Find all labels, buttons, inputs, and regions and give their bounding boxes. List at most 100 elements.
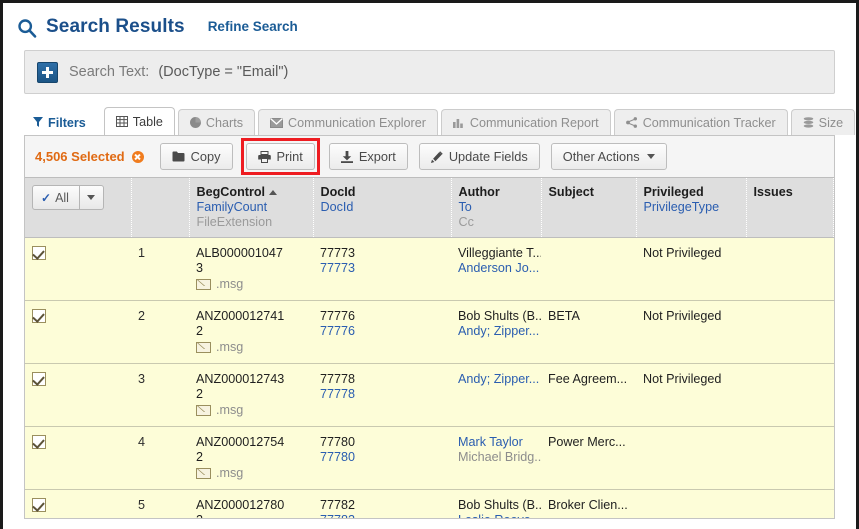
table-row[interactable]: 2 ANZ000012741 2 .msg 77776 77776 Bob Shults (… [25, 300, 834, 364]
header-author[interactable]: Author To Cc [451, 177, 542, 238]
other-actions-button[interactable]: Other Actions [550, 143, 667, 170]
print-button[interactable]: Print [245, 143, 315, 170]
header-fileextension-label: FileExtension [196, 215, 273, 229]
copy-button[interactable]: Copy [159, 143, 233, 170]
row-checkbox[interactable] [32, 372, 46, 386]
row-checkbox[interactable] [32, 309, 46, 323]
tab-communication-explorer[interactable]: Communication Explorer [258, 109, 438, 135]
header-privileged[interactable]: Privileged PrivilegeType [636, 177, 747, 238]
docid-primary-value: 77780 [320, 435, 356, 449]
pie-chart-icon [189, 117, 201, 128]
update-fields-button-label: Update Fields [448, 149, 528, 164]
print-button-highlight: Print [240, 138, 320, 175]
tab-size[interactable]: Size [790, 109, 856, 135]
cell-subject: Fee Agreem... [541, 363, 636, 427]
cell-privileged [636, 426, 746, 490]
row-checkbox[interactable] [32, 435, 46, 449]
cell-author: Bob Shults (B..Leslie Reeve...Sally; Bec… [451, 489, 541, 518]
table-row[interactable]: 4 ANZ000012754 2 .msg 77780 77780 Mark Taylor M… [25, 426, 834, 490]
cell-author: Mark Taylor Michael Bridg... [451, 426, 541, 490]
select-all-dropdown[interactable] [79, 185, 104, 210]
pencil-icon [430, 150, 443, 163]
fileextension-line: .msg [196, 340, 313, 355]
cell-begcontrol: ALB000001047 3 .msg [189, 237, 313, 301]
familycount-value: 2 [196, 450, 204, 464]
clear-selection-icon[interactable] [131, 150, 144, 163]
header-familycount-label[interactable]: FamilyCount [197, 200, 313, 215]
cell-subject: Broker Clien... [541, 489, 636, 518]
row-checkbox[interactable] [32, 246, 46, 260]
bar-chart-icon [452, 117, 465, 128]
other-actions-button-label: Other Actions [562, 149, 640, 164]
tab-table-label: Table [132, 114, 163, 129]
header-begcontrol-label: BegControl [197, 185, 313, 200]
table-row[interactable]: 1 ALB000001047 3 .msg 77773 77773 Villeggiante… [25, 237, 834, 301]
tab-charts-label: Charts [205, 115, 243, 130]
action-toolbar: 4,506 Selected Copy Print Export Update … [25, 136, 834, 177]
table-row[interactable]: 3 ANZ000012743 2 .msg 77778 77778 Andy; Zipper… [25, 363, 834, 427]
tab-charts[interactable]: Charts [177, 109, 255, 135]
tab-filters[interactable]: Filters [24, 109, 101, 135]
header-docid-primary-label: DocId [320, 185, 356, 199]
row-checkbox-cell[interactable] [25, 489, 131, 518]
filter-icon [33, 117, 43, 128]
subject-value: Power Merc... [548, 435, 626, 449]
header-to-label[interactable]: To [459, 200, 541, 215]
docid-primary-value: 77778 [320, 372, 356, 386]
header-docid-secondary-label[interactable]: DocId [321, 200, 451, 215]
row-checkbox-cell[interactable] [25, 363, 131, 427]
subject-value: Broker Clien... [548, 498, 628, 512]
cell-privileged: Not Privileged [636, 300, 746, 364]
tab-communication-report[interactable]: Communication Report [440, 109, 611, 135]
tab-communication-tracker-label: Communication Tracker [642, 115, 776, 130]
cell-issues [746, 300, 834, 364]
table-row[interactable]: 5ANZ0000127802.msg7778277782Bob Shults (… [25, 489, 834, 518]
share-icon [625, 117, 638, 128]
envelope-icon [270, 117, 283, 128]
email-file-icon [196, 279, 211, 290]
row-checkbox-cell[interactable] [25, 237, 131, 301]
page-header: Search Results Refine Search [3, 3, 856, 50]
header-subject-label: Subject [548, 185, 595, 199]
export-button[interactable]: Export [328, 143, 408, 170]
tab-table[interactable]: Table [103, 107, 175, 135]
header-subject[interactable]: Subject [541, 177, 637, 238]
select-all-button[interactable]: ✓ All [32, 185, 80, 210]
header-row-number [131, 177, 190, 238]
refine-search-link[interactable]: Refine Search [208, 19, 298, 34]
cell-privileged: Not Privileged [636, 363, 746, 427]
download-icon [340, 150, 353, 163]
page-title: Search Results [46, 15, 185, 37]
results-table: ✓ All BegControl FamilyCount FileExtensi [25, 177, 834, 518]
email-file-icon [196, 468, 211, 479]
email-file-icon [196, 342, 211, 353]
update-fields-button[interactable]: Update Fields [418, 143, 540, 170]
cell-subject: BETA [541, 300, 636, 364]
stack-icon [803, 117, 814, 128]
fileextension-value: .msg [216, 466, 244, 480]
header-begcontrol[interactable]: BegControl FamilyCount FileExtension [189, 177, 314, 238]
header-docid[interactable]: DocId DocId [313, 177, 452, 238]
row-checkbox-cell[interactable] [25, 300, 131, 364]
fileextension-line: .msg [196, 277, 313, 292]
caret-down-icon [87, 195, 96, 200]
header-issues[interactable]: Issues [746, 177, 834, 238]
row-checkbox[interactable] [32, 498, 46, 512]
begcontrol-value: ANZ000012741 [196, 309, 285, 323]
to-value: Andy; Zipper... [458, 372, 540, 386]
table-header-row: ✓ All BegControl FamilyCount FileExtensi [25, 177, 834, 238]
fileextension-value: .msg [216, 403, 244, 417]
to-value: Andy; Zipper... [458, 324, 540, 338]
privileged-value: Not Privileged [643, 309, 722, 323]
begcontrol-value: ANZ000012743 [196, 372, 285, 386]
table-icon [115, 116, 128, 127]
cell-issues [746, 237, 834, 301]
plus-icon[interactable] [37, 61, 58, 83]
row-checkbox-cell[interactable] [25, 426, 131, 490]
tab-communication-tracker[interactable]: Communication Tracker [613, 109, 788, 135]
check-icon: ✓ [41, 190, 52, 205]
header-privilegetype-label[interactable]: PrivilegeType [644, 200, 746, 215]
header-privileged-label: Privileged [643, 185, 704, 199]
copy-button-label: Copy [190, 149, 221, 164]
author-value: Villeggiante T... [458, 246, 541, 260]
